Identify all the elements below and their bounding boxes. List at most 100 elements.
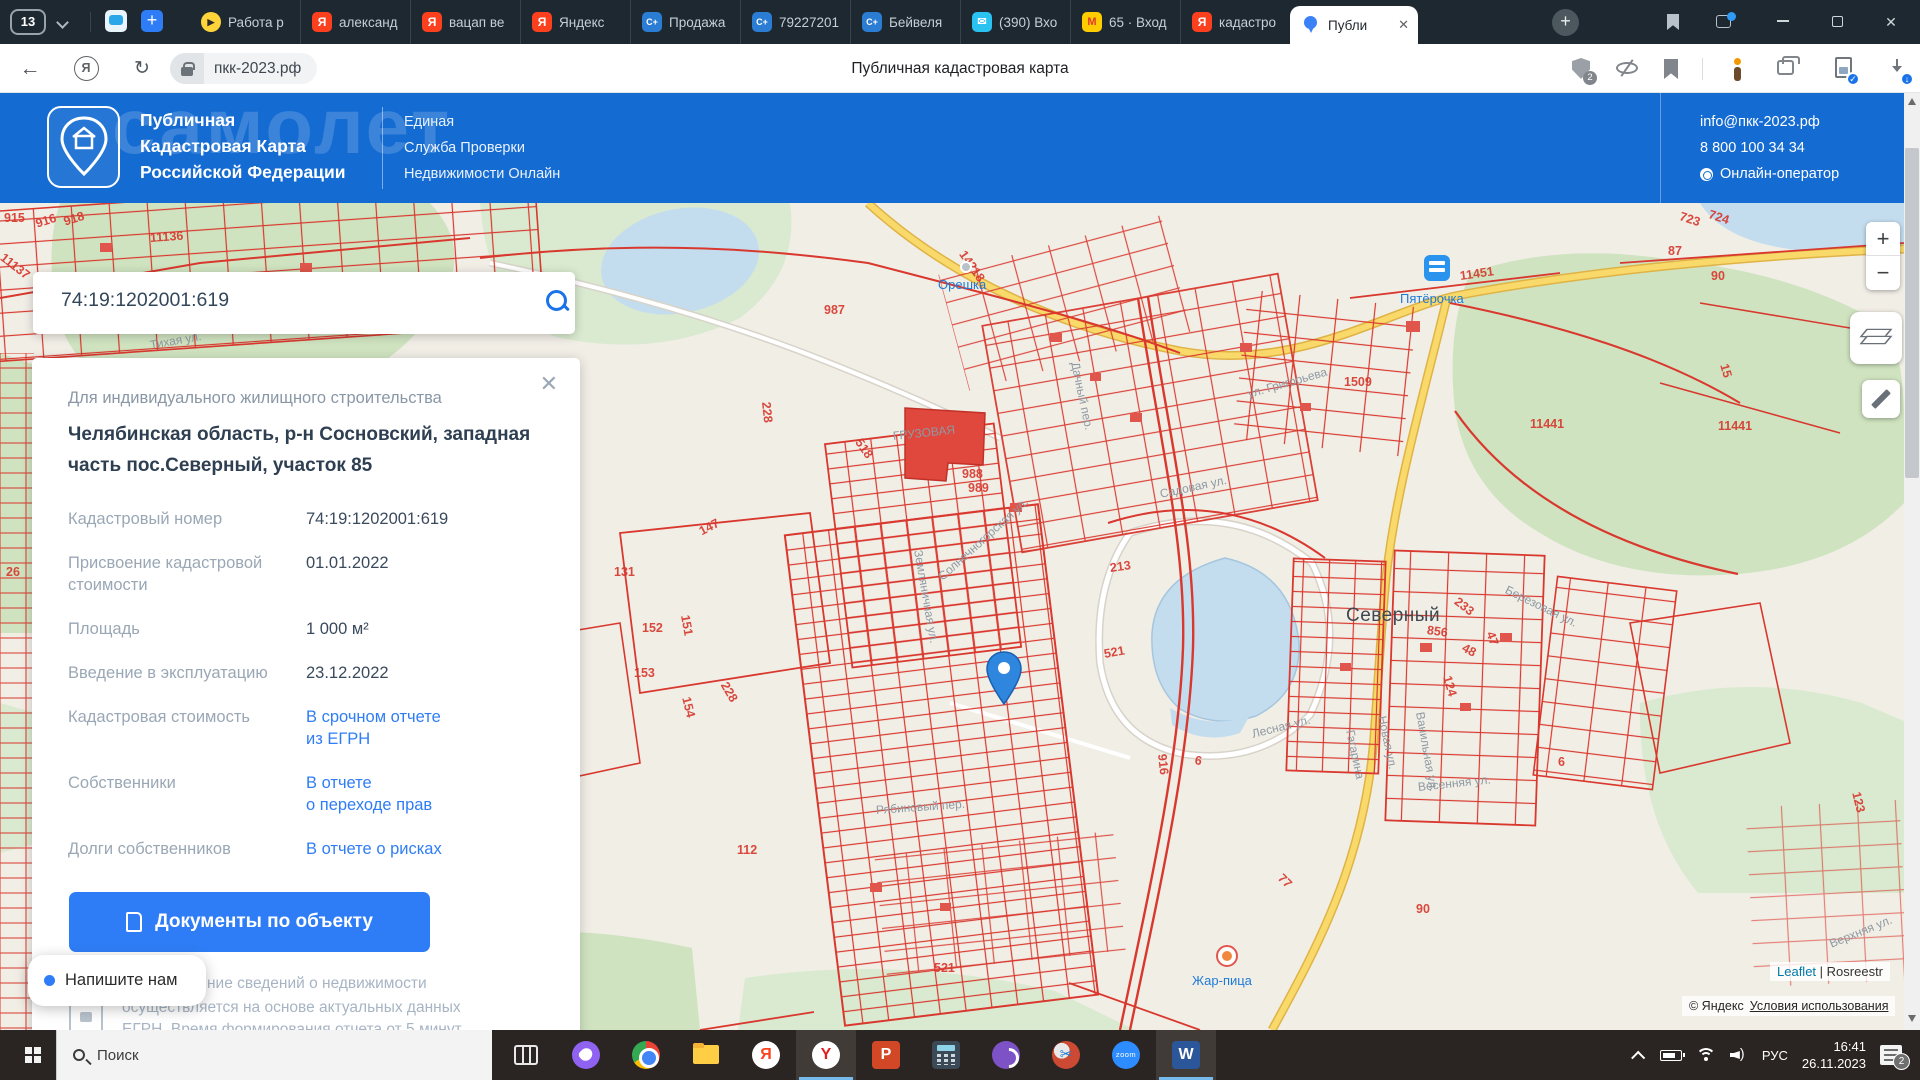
new-tab-button[interactable]: + bbox=[1552, 9, 1579, 36]
info-row: Площадь1 000 м² bbox=[68, 618, 548, 640]
tab-close-icon[interactable]: ✕ bbox=[1398, 17, 1418, 33]
online-operator-link[interactable]: Онлайн-оператор bbox=[1700, 161, 1839, 187]
browser-tab-7[interactable]: ✉(390) Вхо bbox=[960, 0, 1070, 44]
clock[interactable]: 16:41 26.11.2023 bbox=[1802, 1038, 1866, 1072]
layers-button[interactable] bbox=[1850, 312, 1902, 364]
zoom-out-button[interactable]: − bbox=[1866, 256, 1900, 290]
contact-email[interactable]: info@пкк-2023.рф bbox=[1700, 109, 1839, 135]
reload-button[interactable]: ↻ bbox=[126, 44, 158, 93]
scrollbar-thumb[interactable] bbox=[1905, 148, 1919, 478]
measure-button[interactable] bbox=[1862, 380, 1900, 418]
language-indicator[interactable]: РУС bbox=[1762, 1048, 1788, 1063]
chat-widget[interactable]: Напишите нам bbox=[28, 955, 206, 1006]
row-value-link[interactable]: В отчете о рисках bbox=[306, 838, 442, 860]
action-center-icon[interactable]: 2 bbox=[1880, 1045, 1902, 1065]
parcel-info-panel: ✕ Для индивидуального жилищного строител… bbox=[32, 358, 580, 1058]
yandex-copyright: © Яндекс bbox=[1689, 999, 1744, 1013]
tray-chevron-icon[interactable] bbox=[1631, 1051, 1645, 1065]
row-value-link[interactable]: В отчете о переходе прав bbox=[306, 772, 432, 816]
map-label-parcel: 26 bbox=[6, 565, 20, 579]
scroll-down-arrow[interactable] bbox=[1908, 1015, 1916, 1022]
zoom-in-button[interactable]: + bbox=[1866, 222, 1900, 256]
side-panel-button[interactable] bbox=[1700, 0, 1746, 44]
protect-shield-icon[interactable]: 2 bbox=[1568, 56, 1594, 82]
browser-tab-9[interactable]: Якадастро bbox=[1180, 0, 1290, 44]
browser-tab-0[interactable]: ▶Работа р bbox=[190, 0, 300, 44]
window-maximize-button[interactable] bbox=[1814, 0, 1860, 44]
window-close-button[interactable]: ✕ bbox=[1868, 0, 1914, 44]
taskbar-viber[interactable] bbox=[976, 1030, 1036, 1080]
browser-tab-4[interactable]: С+Продажа bbox=[630, 0, 740, 44]
map-pin-icon bbox=[1301, 15, 1321, 35]
row-label: Собственники bbox=[68, 772, 306, 816]
map-label-parcel: 11441 bbox=[1718, 419, 1752, 433]
taskbar-explorer[interactable] bbox=[676, 1030, 736, 1080]
messenger-icon[interactable] bbox=[105, 10, 127, 32]
taskbar-powerpoint[interactable]: P bbox=[856, 1030, 916, 1080]
bookmark-flag-button[interactable] bbox=[1650, 0, 1696, 44]
browser-tab-5[interactable]: С+79227201 bbox=[740, 0, 850, 44]
divider bbox=[382, 107, 383, 189]
wifi-icon[interactable] bbox=[1696, 1048, 1716, 1062]
map-pin[interactable] bbox=[985, 651, 1023, 710]
downloads-icon[interactable]: ↓ bbox=[1884, 56, 1910, 82]
search-icon[interactable] bbox=[545, 289, 571, 315]
row-label: Введение в эксплуатацию bbox=[68, 662, 306, 684]
taskbar-chrome[interactable] bbox=[616, 1030, 676, 1080]
browser-tab-3[interactable]: ЯЯндекс bbox=[520, 0, 630, 44]
leaflet-link[interactable]: Leaflet bbox=[1777, 964, 1816, 979]
pyaterochka-poi-icon[interactable] bbox=[1424, 255, 1450, 281]
taskbar-yandex-browser[interactable]: Y bbox=[796, 1030, 856, 1080]
browser-tab-8[interactable]: M65 · Вход bbox=[1070, 0, 1180, 44]
browser-tab-10[interactable]: Публи✕ bbox=[1290, 6, 1418, 44]
taskbar-search[interactable]: Поиск bbox=[56, 1030, 492, 1080]
map-label-parcel: 152 bbox=[642, 621, 663, 635]
bookmark-icon[interactable] bbox=[1658, 56, 1684, 82]
map-label-parcel: 112 bbox=[737, 843, 757, 857]
info-icon[interactable] bbox=[1724, 56, 1750, 82]
search-input[interactable]: 74:19:1202001:619 bbox=[61, 289, 229, 312]
taskbar-calculator[interactable] bbox=[916, 1030, 976, 1080]
hide-data-icon[interactable] bbox=[1614, 56, 1640, 82]
battery-icon[interactable] bbox=[1660, 1050, 1682, 1061]
zhar-pizza-poi-icon[interactable] bbox=[1216, 945, 1238, 967]
row-label: Присвоение кадастровой стоимости bbox=[68, 552, 306, 596]
plus-tile-icon[interactable]: + bbox=[141, 10, 163, 32]
documents-button[interactable]: Документы по объекту bbox=[69, 892, 430, 952]
oreshka-poi-icon[interactable] bbox=[960, 261, 972, 273]
window-minimize-button[interactable] bbox=[1760, 0, 1806, 44]
site-logo[interactable] bbox=[47, 106, 120, 188]
lock-icon[interactable] bbox=[170, 53, 204, 84]
page-scrollbar[interactable] bbox=[1904, 93, 1920, 1030]
row-value-link[interactable]: В срочном отчете из ЕГРН bbox=[306, 706, 441, 750]
screenshot-icon[interactable]: ✓ bbox=[1830, 56, 1856, 82]
poi-label[interactable]: Орешка bbox=[938, 277, 986, 292]
yandex-app-icon: Я bbox=[752, 1041, 780, 1069]
volume-icon[interactable] bbox=[1730, 1048, 1748, 1062]
poi-label[interactable]: Пятёрочка bbox=[1400, 291, 1464, 306]
header-contacts: info@пкк-2023.рф 8 800 100 34 34 Онлайн-… bbox=[1700, 109, 1839, 187]
browser-tab-1[interactable]: Яалександ bbox=[300, 0, 410, 44]
back-button[interactable]: ← bbox=[14, 44, 46, 93]
contact-phone[interactable]: 8 800 100 34 34 bbox=[1700, 135, 1839, 161]
taskbar-word[interactable]: W bbox=[1156, 1030, 1216, 1080]
cadastral-search-box[interactable]: 74:19:1202001:619 bbox=[33, 272, 575, 334]
taskbar-task-view[interactable] bbox=[496, 1030, 556, 1080]
yandex-home-button[interactable]: Я bbox=[70, 44, 102, 93]
taskbar-snip[interactable]: ✂ bbox=[1036, 1030, 1096, 1080]
terms-link[interactable]: Условия использования bbox=[1750, 999, 1889, 1013]
scroll-up-arrow[interactable] bbox=[1908, 98, 1916, 105]
explorer-icon bbox=[692, 1041, 720, 1069]
row-value: 1 000 м² bbox=[306, 618, 369, 640]
browser-tab-2[interactable]: Явацап ве bbox=[410, 0, 520, 44]
browser-tab-6[interactable]: С+Бейвеля bbox=[850, 0, 960, 44]
poi-label[interactable]: Жар-пица bbox=[1192, 973, 1252, 988]
taskbar-alice[interactable] bbox=[556, 1030, 616, 1080]
url-field[interactable]: пкк-2023.рф bbox=[170, 53, 317, 84]
collections-icon[interactable] bbox=[1772, 56, 1798, 82]
tab-list-chevron-icon[interactable] bbox=[56, 16, 69, 29]
tab-counter[interactable]: 13 bbox=[10, 9, 46, 35]
taskbar-yandex-app[interactable]: Я bbox=[736, 1030, 796, 1080]
start-button[interactable] bbox=[10, 1030, 56, 1080]
taskbar-zoom[interactable]: zoom bbox=[1096, 1030, 1156, 1080]
